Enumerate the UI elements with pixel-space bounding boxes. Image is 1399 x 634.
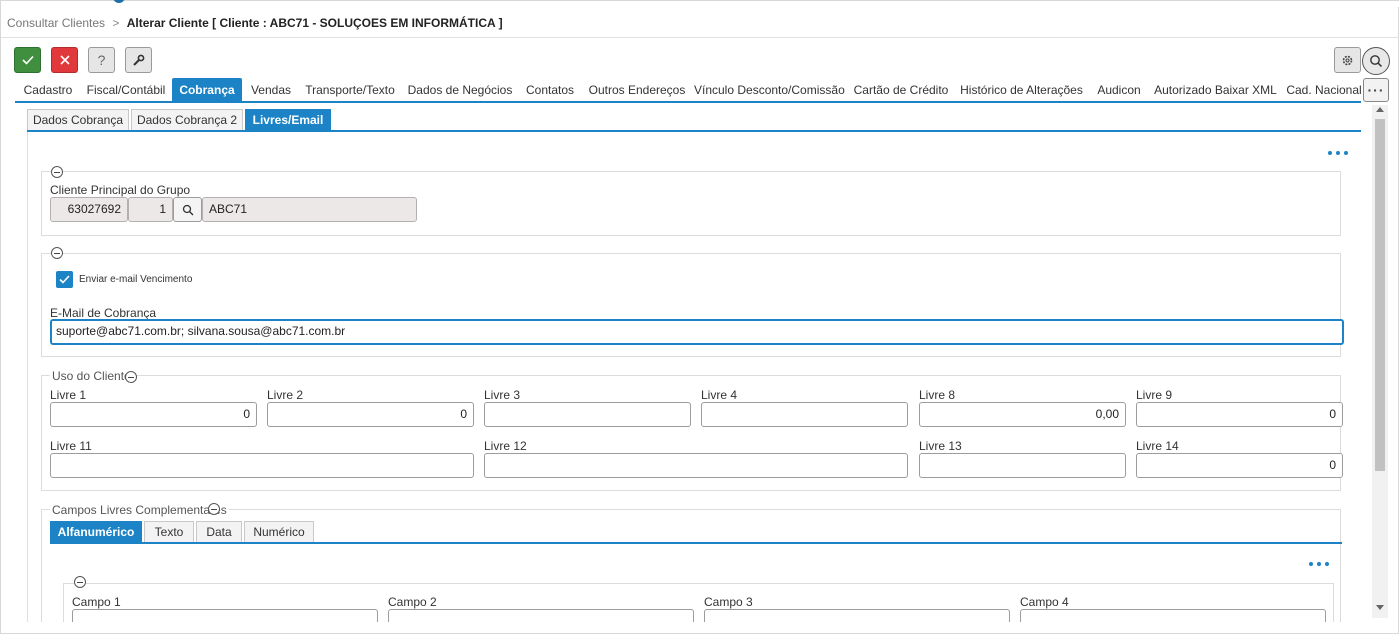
campo-3-input[interactable]	[704, 609, 1010, 622]
more-tabs-button[interactable]: ···	[1363, 78, 1389, 102]
enviar-email-checkbox[interactable]	[56, 271, 73, 288]
email-cobranca-label: E-Mail de Cobrança	[50, 306, 157, 320]
tab-outros-enderecos[interactable]: Outros Endereços	[587, 78, 687, 102]
campos-livres-legend: Campos Livres Complementares	[50, 503, 229, 517]
grupo-name-field[interactable]: ABC71	[202, 197, 417, 222]
tab-contatos[interactable]: Contatos	[521, 78, 579, 102]
gear-icon	[1342, 55, 1353, 65]
panel-options-button[interactable]	[1328, 151, 1348, 155]
enviar-email-label: Enviar e-mail Vencimento	[79, 274, 193, 285]
check-icon	[21, 55, 34, 65]
livre-12-input[interactable]	[484, 453, 908, 478]
tab-vinculo-desconto-comissao[interactable]: Vínculo Desconto/Comissão	[694, 78, 845, 102]
top-strip	[1, 0, 1399, 7]
main-tabs: Cadastro Fiscal/Contábil Cobrança Vendas…	[1, 78, 1371, 102]
tab-fiscal-contabil[interactable]: Fiscal/Contábil	[83, 78, 169, 102]
subtab-dados-cobranca[interactable]: Dados Cobrança	[27, 109, 129, 131]
tab-vendas[interactable]: Vendas	[247, 78, 295, 102]
tab-alfanumerico[interactable]: Alfanumérico	[50, 521, 142, 543]
livre-4-input[interactable]	[701, 402, 908, 427]
campo-1-label: Campo 1	[72, 595, 121, 609]
tab-cad-nacional[interactable]: Cad. Nacional	[1284, 78, 1364, 102]
email-cobranca-input[interactable]: suporte@abc71.com.br; silvana.sousa@abc7…	[50, 319, 1344, 345]
livre-11-label: Livre 11	[50, 439, 92, 453]
livre-1-label: Livre 1	[50, 388, 87, 402]
tab-cartao-de-credito[interactable]: Cartão de Crédito	[851, 78, 951, 102]
wrench-icon	[133, 54, 145, 66]
help-button[interactable]: ?	[88, 47, 115, 73]
subtab-livres-email[interactable]: Livres/Email	[245, 109, 331, 131]
grupo-search-button[interactable]	[173, 197, 202, 222]
campo-1-input[interactable]	[72, 609, 378, 622]
grupo-code-field[interactable]: 63027692	[50, 197, 128, 222]
campo-4-label: Campo 4	[1020, 595, 1069, 609]
tab-dados-de-negocios[interactable]: Dados de Negócios	[405, 78, 515, 102]
livre-2-label: Livre 2	[267, 388, 304, 402]
top-marker	[113, 0, 125, 3]
x-icon	[59, 55, 70, 65]
collapse-uso-cliente-icon[interactable]	[125, 371, 137, 383]
livre-9-input[interactable]: 0	[1136, 402, 1343, 427]
settings-button[interactable]	[1334, 47, 1361, 73]
livres-email-panel: Cliente Principal do Grupo 63027692 1 AB…	[27, 132, 1361, 622]
campo-3-label: Campo 3	[704, 595, 753, 609]
tools-button[interactable]	[125, 47, 152, 73]
tab-texto[interactable]: Texto	[144, 521, 194, 543]
grupo-label: Cliente Principal do Grupo	[50, 183, 191, 197]
campos-options-button[interactable]	[1309, 562, 1329, 566]
global-search-button[interactable]	[1362, 47, 1390, 75]
livre-3-input[interactable]	[484, 402, 691, 427]
app-window: Consultar Clientes > Alterar Cliente [ C…	[0, 0, 1399, 634]
livre-12-label: Livre 12	[484, 439, 527, 453]
livre-8-input[interactable]: 0,00	[919, 402, 1126, 427]
breadcrumb: Consultar Clientes > Alterar Cliente [ C…	[7, 16, 503, 30]
search-icon	[1370, 55, 1383, 68]
tab-cobranca[interactable]: Cobrança	[172, 78, 242, 102]
cancel-button[interactable]	[51, 47, 78, 73]
tab-transporte-texto[interactable]: Transporte/Texto	[302, 78, 398, 102]
tab-numerico[interactable]: Numérico	[244, 521, 314, 543]
livre-9-label: Livre 9	[1136, 388, 1173, 402]
livre-8-label: Livre 8	[919, 388, 956, 402]
grupo-seq-field[interactable]: 1	[128, 197, 173, 222]
check-icon	[59, 275, 70, 284]
tab-data[interactable]: Data	[196, 521, 242, 543]
scroll-down-arrow-icon[interactable]	[1376, 605, 1384, 610]
livre-11-input[interactable]	[50, 453, 474, 478]
livre-13-input[interactable]	[919, 453, 1126, 478]
breadcrumb-separator: >	[112, 16, 120, 30]
livre-13-label: Livre 13	[919, 439, 962, 453]
livre-2-input[interactable]: 0	[267, 402, 474, 427]
tab-historico-de-alteracoes[interactable]: Histórico de Alterações	[958, 78, 1085, 102]
livre-3-label: Livre 3	[484, 388, 521, 402]
livre-1-input[interactable]: 0	[50, 402, 257, 427]
search-icon	[182, 204, 193, 215]
campo-2-label: Campo 2	[388, 595, 437, 609]
subtab-dados-cobranca-2[interactable]: Dados Cobrança 2	[131, 109, 243, 131]
livre-4-label: Livre 4	[701, 388, 738, 402]
scroll-up-arrow-icon[interactable]	[1376, 107, 1384, 112]
header-divider	[1, 37, 1399, 38]
collapse-email-icon[interactable]	[51, 247, 63, 259]
scrollbar-thumb[interactable]	[1375, 119, 1385, 471]
tab-cadastro[interactable]: Cadastro	[17, 78, 79, 102]
vertical-scrollbar[interactable]	[1372, 105, 1388, 618]
collapse-campos-inner-icon[interactable]	[74, 576, 86, 588]
collapse-grupo-icon[interactable]	[51, 166, 63, 178]
breadcrumb-current: Alterar Cliente [ Cliente : ABC71 - SOLU…	[126, 16, 503, 30]
tab-audicon[interactable]: Audicon	[1092, 78, 1146, 102]
help-label: ?	[97, 52, 106, 68]
campo-2-input[interactable]	[388, 609, 694, 622]
uso-cliente-legend: Uso do Cliente	[50, 369, 133, 383]
collapse-campos-livres-icon[interactable]	[208, 503, 220, 515]
livre-14-input[interactable]: 0	[1136, 453, 1343, 478]
confirm-button[interactable]	[14, 47, 41, 73]
tab-autorizado-baixar-xml[interactable]: Autorizado Baixar XML	[1153, 78, 1278, 102]
campos-tabs-underline	[50, 542, 1342, 544]
main-tabs-underline	[15, 101, 1361, 103]
livre-14-label: Livre 14	[1136, 439, 1179, 453]
campo-4-input[interactable]	[1020, 609, 1326, 622]
breadcrumb-parent-link[interactable]: Consultar Clientes	[7, 16, 105, 30]
